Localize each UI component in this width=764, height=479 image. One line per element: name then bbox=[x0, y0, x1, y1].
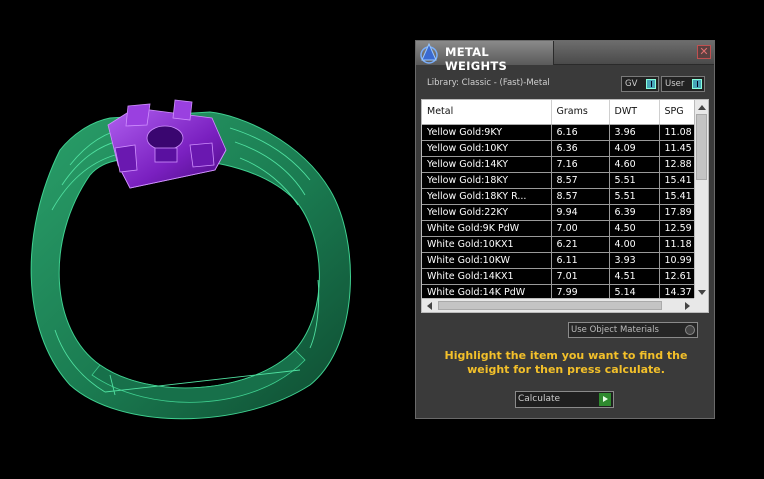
gv-toggle[interactable]: GV bbox=[621, 76, 659, 92]
table-row[interactable]: White Gold:10KX1 6.21 4.00 11.18 bbox=[422, 236, 696, 253]
cell-grams: 7.00 bbox=[551, 220, 610, 237]
library-label: Library: Classic - (Fast)-Metal bbox=[427, 78, 550, 88]
cell-dwt: 5.51 bbox=[609, 172, 660, 189]
cell-grams: 6.36 bbox=[551, 140, 610, 157]
cell-dwt: 4.00 bbox=[609, 236, 660, 253]
scroll-down-icon[interactable] bbox=[698, 290, 706, 295]
cell-spg: 12.88 bbox=[659, 156, 696, 173]
scroll-up-icon[interactable] bbox=[698, 105, 706, 110]
vertical-scroll-thumb[interactable] bbox=[696, 114, 707, 180]
cell-spg: 11.18 bbox=[659, 236, 696, 253]
cell-grams: 9.94 bbox=[551, 204, 610, 221]
table-row[interactable]: White Gold:14KX1 7.01 4.51 12.61 bbox=[422, 268, 696, 285]
cell-dwt: 4.09 bbox=[609, 140, 660, 157]
cell-metal: Yellow Gold:22KY bbox=[422, 204, 552, 221]
cell-metal: White Gold:9K PdW bbox=[422, 220, 552, 237]
instructions-text: Highlight the item you want to find the … bbox=[444, 349, 688, 376]
scrollbar-corner bbox=[694, 298, 708, 312]
table-header-row: Metal Grams DWT SPG bbox=[422, 100, 696, 125]
cell-spg: 11.45 bbox=[659, 140, 696, 157]
radio-icon[interactable] bbox=[685, 325, 695, 335]
column-header-dwt[interactable]: DWT bbox=[609, 100, 660, 125]
user-toggle[interactable]: User bbox=[661, 76, 705, 92]
cell-spg: 15.41 bbox=[659, 188, 696, 205]
column-header-metal[interactable]: Metal bbox=[422, 100, 552, 125]
cell-spg: 10.99 bbox=[659, 252, 696, 269]
column-header-spg[interactable]: SPG bbox=[659, 100, 696, 125]
cell-metal: Yellow Gold:9KY bbox=[422, 124, 552, 141]
cell-metal: White Gold:14KX1 bbox=[422, 268, 552, 285]
close-button[interactable]: ✕ bbox=[697, 45, 711, 59]
column-header-grams[interactable]: Grams bbox=[551, 100, 610, 125]
title-tab: METAL WEIGHTS bbox=[416, 41, 554, 73]
cell-spg: 15.41 bbox=[659, 172, 696, 189]
table-row[interactable]: Yellow Gold:10KY 6.36 4.09 11.45 bbox=[422, 140, 696, 157]
cell-dwt: 3.96 bbox=[609, 124, 660, 141]
cell-spg: 12.61 bbox=[659, 268, 696, 285]
cell-metal: White Gold:10KX1 bbox=[422, 236, 552, 253]
user-label: User bbox=[665, 79, 685, 89]
cell-grams: 6.21 bbox=[551, 236, 610, 253]
scroll-right-icon[interactable] bbox=[685, 302, 690, 310]
table-row[interactable]: Yellow Gold:9KY 6.16 3.96 11.08 bbox=[422, 124, 696, 141]
cell-metal: Yellow Gold:10KY bbox=[422, 140, 552, 157]
scroll-left-icon[interactable] bbox=[427, 302, 432, 310]
toggle-switch-icon bbox=[692, 79, 702, 89]
cell-metal: White Gold:10KW bbox=[422, 252, 552, 269]
table-row[interactable]: Yellow Gold:18KY R... 8.57 5.51 15.41 bbox=[422, 188, 696, 205]
calculate-button[interactable]: Calculate bbox=[515, 391, 614, 408]
table-row[interactable]: White Gold:9K PdW 7.00 4.50 12.59 bbox=[422, 220, 696, 237]
table-row[interactable]: Yellow Gold:22KY 9.94 6.39 17.89 bbox=[422, 204, 696, 221]
cell-grams: 8.57 bbox=[551, 172, 610, 189]
metal-table[interactable]: Metal Grams DWT SPG Yellow Gold:9KY 6.16 3… bbox=[421, 99, 709, 313]
app-logo-icon bbox=[420, 42, 438, 64]
play-icon bbox=[599, 393, 611, 406]
cell-grams: 6.11 bbox=[551, 252, 610, 269]
toggle-switch-icon bbox=[646, 79, 656, 89]
panel-titlebar[interactable]: METAL WEIGHTS ✕ bbox=[416, 41, 714, 73]
calculate-label: Calculate bbox=[518, 394, 561, 404]
horizontal-scroll-thumb[interactable] bbox=[438, 301, 662, 310]
cell-dwt: 4.60 bbox=[609, 156, 660, 173]
cell-spg: 17.89 bbox=[659, 204, 696, 221]
table-row[interactable]: Yellow Gold:14KY 7.16 4.60 12.88 bbox=[422, 156, 696, 173]
cell-dwt: 5.51 bbox=[609, 188, 660, 205]
cell-metal: Yellow Gold:14KY bbox=[422, 156, 552, 173]
metal-weights-panel: METAL WEIGHTS ✕ Library: Classic - (Fast… bbox=[415, 40, 715, 419]
horizontal-scrollbar[interactable] bbox=[422, 298, 708, 312]
cell-dwt: 3.93 bbox=[609, 252, 660, 269]
vertical-scrollbar[interactable] bbox=[694, 100, 708, 300]
cell-dwt: 4.50 bbox=[609, 220, 660, 237]
gv-label: GV bbox=[625, 79, 638, 89]
cell-metal: Yellow Gold:18KY bbox=[422, 172, 552, 189]
panel-title: METAL WEIGHTS bbox=[445, 45, 508, 73]
table-row[interactable]: Yellow Gold:18KY 8.57 5.51 15.41 bbox=[422, 172, 696, 189]
use-object-materials-label: Use Object Materials bbox=[571, 325, 659, 335]
cell-spg: 11.08 bbox=[659, 124, 696, 141]
cell-grams: 8.57 bbox=[551, 188, 610, 205]
close-icon: ✕ bbox=[699, 45, 709, 58]
cell-grams: 7.01 bbox=[551, 268, 610, 285]
cell-metal: Yellow Gold:18KY R... bbox=[422, 188, 552, 205]
table-row[interactable]: White Gold:10KW 6.11 3.93 10.99 bbox=[422, 252, 696, 269]
cell-grams: 7.16 bbox=[551, 156, 610, 173]
cell-spg: 12.59 bbox=[659, 220, 696, 237]
cell-dwt: 4.51 bbox=[609, 268, 660, 285]
cell-grams: 6.16 bbox=[551, 124, 610, 141]
use-object-materials-toggle[interactable]: Use Object Materials bbox=[568, 322, 698, 338]
cell-dwt: 6.39 bbox=[609, 204, 660, 221]
metal-grid[interactable]: Metal Grams DWT SPG Yellow Gold:9KY 6.16 3… bbox=[422, 100, 696, 300]
